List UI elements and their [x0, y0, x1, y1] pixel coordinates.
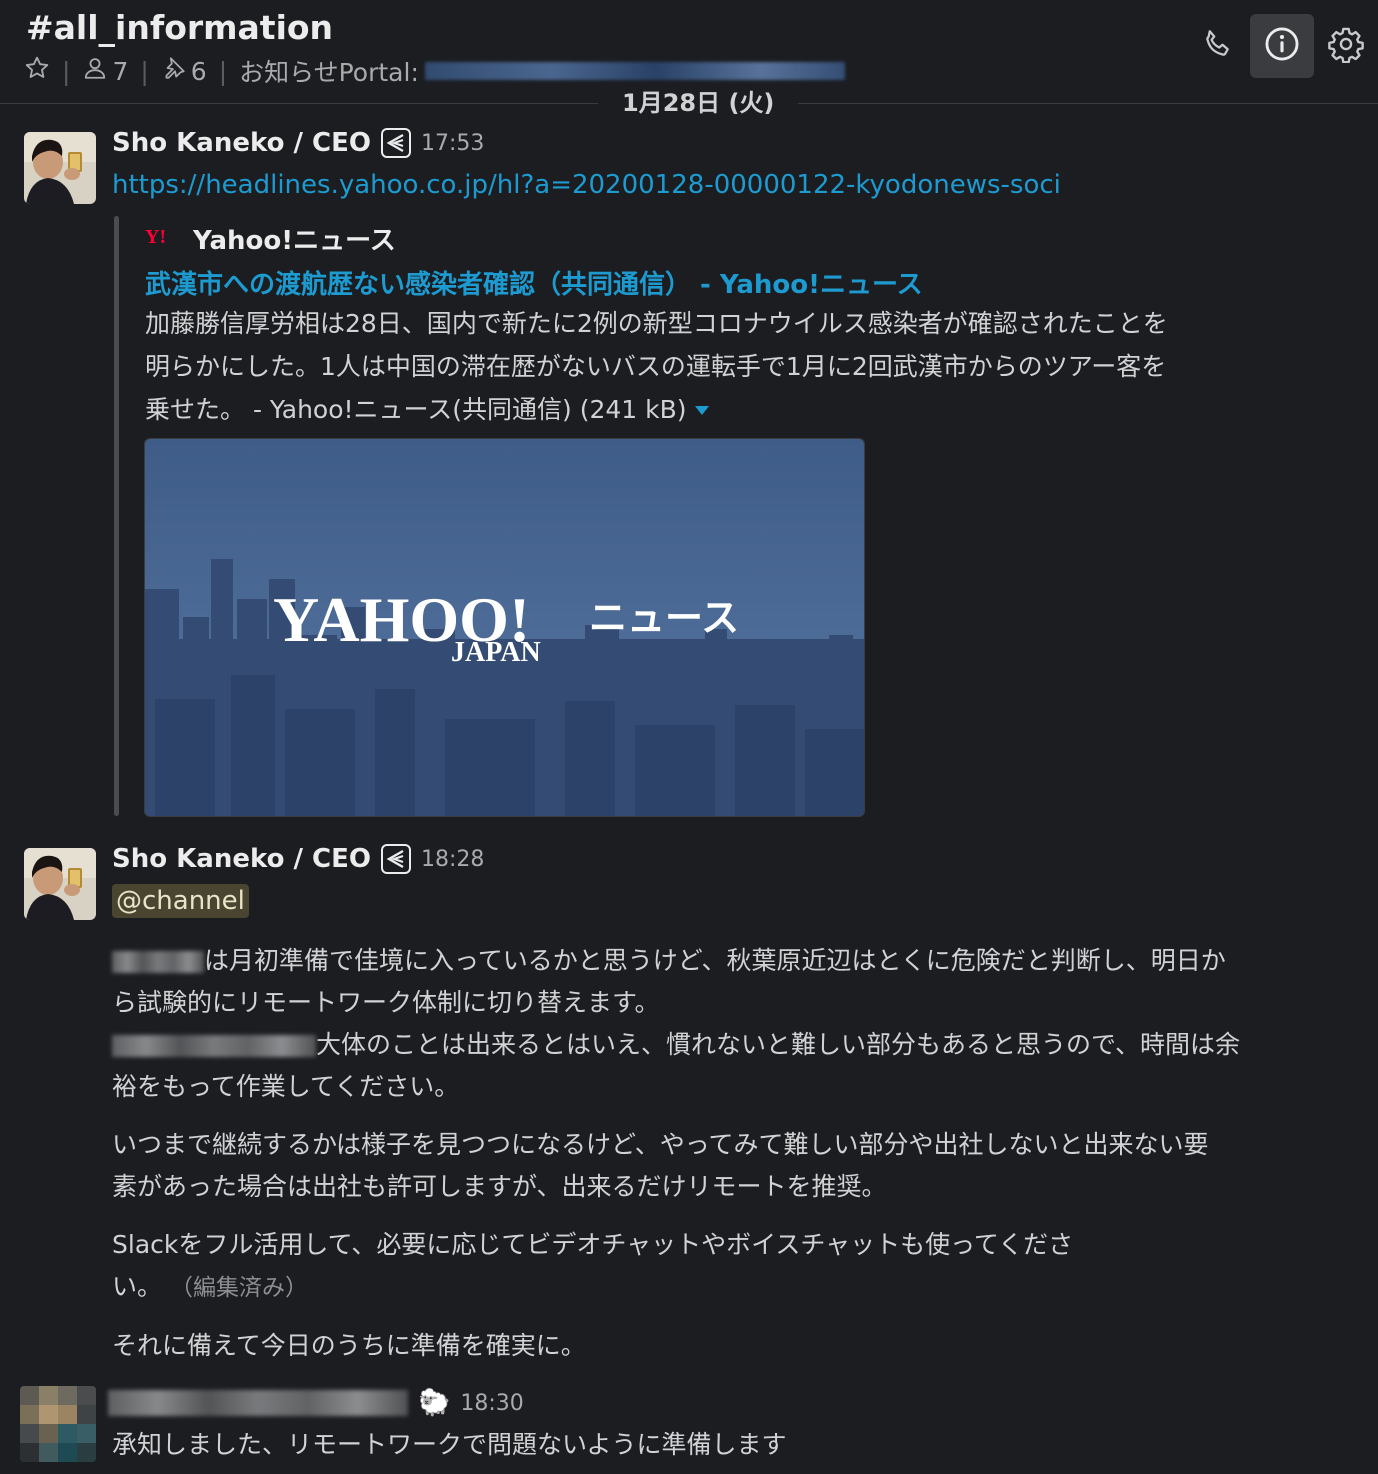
message-line: それに備えて今日のうちに準備を確実に。: [112, 1331, 586, 1360]
sheep-emoji-icon: 🐑: [418, 1388, 451, 1418]
gear-icon: [1327, 25, 1365, 67]
person-icon[interactable]: [82, 55, 108, 87]
timestamp[interactable]: 17:53: [421, 131, 484, 156]
message-line: は月初準備で佳境に入っているかと思うけど、秋葉原近辺はとくに危険だと判断し、明日…: [112, 940, 1362, 982]
phone-icon: [1200, 26, 1236, 66]
attachment-body-line: 明らかにした。1人は中国の滞在歴がないバスの運転手で1月に2回武漢市からのツアー…: [145, 352, 1167, 381]
message-line: 素があった場合は出社も許可しますが、出来るだけリモートを推奨。: [112, 1172, 887, 1201]
redacted-username[interactable]: [108, 1390, 408, 1416]
channel-title[interactable]: #all_information: [26, 8, 333, 47]
message-header: Sho Kaneko / CEO 17:53: [112, 128, 484, 158]
svg-text:Y!: Y!: [145, 226, 166, 247]
avatar[interactable]: [20, 1386, 96, 1462]
call-button[interactable]: [1186, 14, 1250, 78]
pin-icon[interactable]: [161, 55, 187, 87]
message-line: い。 （編集済み）: [112, 1272, 308, 1301]
yahoo-logo-icon: Y!: [145, 224, 179, 254]
attachment-body-line: 加藤勝信厚労相は28日、国内で新たに2例の新型コロナウイルス感染者が確認されたこ…: [145, 309, 1168, 338]
details-button[interactable]: [1250, 14, 1314, 78]
attachment-body: 加藤勝信厚労相は28日、国内で新たに2例の新型コロナウイルス感染者が確認されたこ…: [145, 302, 1305, 431]
status-badge-icon: [380, 844, 411, 874]
collapse-caret-icon[interactable]: [694, 406, 709, 415]
message-link[interactable]: https://headlines.yahoo.co.jp/hl?a=20200…: [112, 170, 1061, 200]
attachment-service-name: Yahoo!ニュース: [193, 226, 396, 256]
yahoo-logo-sub: JAPAN: [451, 637, 541, 668]
username[interactable]: Sho Kaneko / CEO: [112, 844, 371, 874]
info-icon: [1263, 25, 1301, 67]
avatar[interactable]: [24, 132, 96, 204]
message-body: 承知しました、リモートワークで問題ないように準備します: [112, 1430, 787, 1459]
link-preview-image[interactable]: YAHOO! JAPAN ニュース: [144, 438, 865, 817]
message-header: 🐑 18:30: [108, 1388, 524, 1418]
pins-count[interactable]: 6: [191, 57, 207, 86]
header-actions: [1186, 14, 1378, 78]
message-line: いつまで継続するかは様子を見つつになるけど、やってみて難しい部分や出社しないと出…: [112, 1130, 1209, 1159]
mention-line: @channel: [112, 884, 249, 918]
message-line: 裕をもって作業してください。: [112, 1072, 460, 1101]
status-badge-icon: [380, 128, 411, 158]
attachment-service: Y! Yahoo!ニュース: [145, 220, 396, 257]
yahoo-logo-news: ニュース: [589, 596, 739, 640]
attachment-title[interactable]: 武漢市への渡航歴ない感染者確認（共同通信） - Yahoo!ニュース: [145, 264, 923, 301]
star-icon[interactable]: [24, 55, 50, 87]
topic-link-redacted[interactable]: [424, 62, 845, 80]
message-line: Slackをフル活用して、必要に応じてビデオチャットやボイスチャットも使ってくだ…: [112, 1230, 1074, 1259]
timestamp[interactable]: 18:28: [421, 847, 484, 872]
timestamp[interactable]: 18:30: [460, 1391, 523, 1416]
message-header: Sho Kaneko / CEO 18:28: [112, 844, 484, 874]
avatar[interactable]: [24, 848, 96, 920]
channel-mention[interactable]: @channel: [112, 884, 249, 918]
username[interactable]: Sho Kaneko / CEO: [112, 128, 371, 158]
message-line: ら試験的にリモートワーク体制に切り替えます。: [112, 988, 660, 1017]
separator: |: [62, 56, 71, 86]
message-body: は月初準備で佳境に入っているかと思うけど、秋葉原近辺はとくに危険だと判断し、明日…: [112, 940, 1362, 1367]
members-count[interactable]: 7: [112, 57, 128, 86]
channel-meta: | 7 | 6 | お知らせPortal:: [24, 54, 845, 88]
topic-label: お知らせPortal:: [239, 58, 419, 87]
attachment-body-line: 乗せた。 - Yahoo!ニュース(共同通信) (241 kB): [145, 388, 1305, 431]
edited-label: （編集済み）: [169, 1275, 308, 1301]
redacted-mention[interactable]: [112, 951, 204, 973]
date-divider[interactable]: 1月28日 (火): [598, 86, 799, 120]
settings-button[interactable]: [1314, 14, 1378, 78]
separator: |: [218, 56, 228, 86]
separator: |: [140, 56, 149, 86]
message-line: 大体のことは出来るとはいえ、慣れないと難しい部分もあると思うので、時間は余: [112, 1024, 1362, 1066]
redacted-mention[interactable]: [112, 1035, 316, 1057]
attachment-bar: [114, 216, 119, 816]
